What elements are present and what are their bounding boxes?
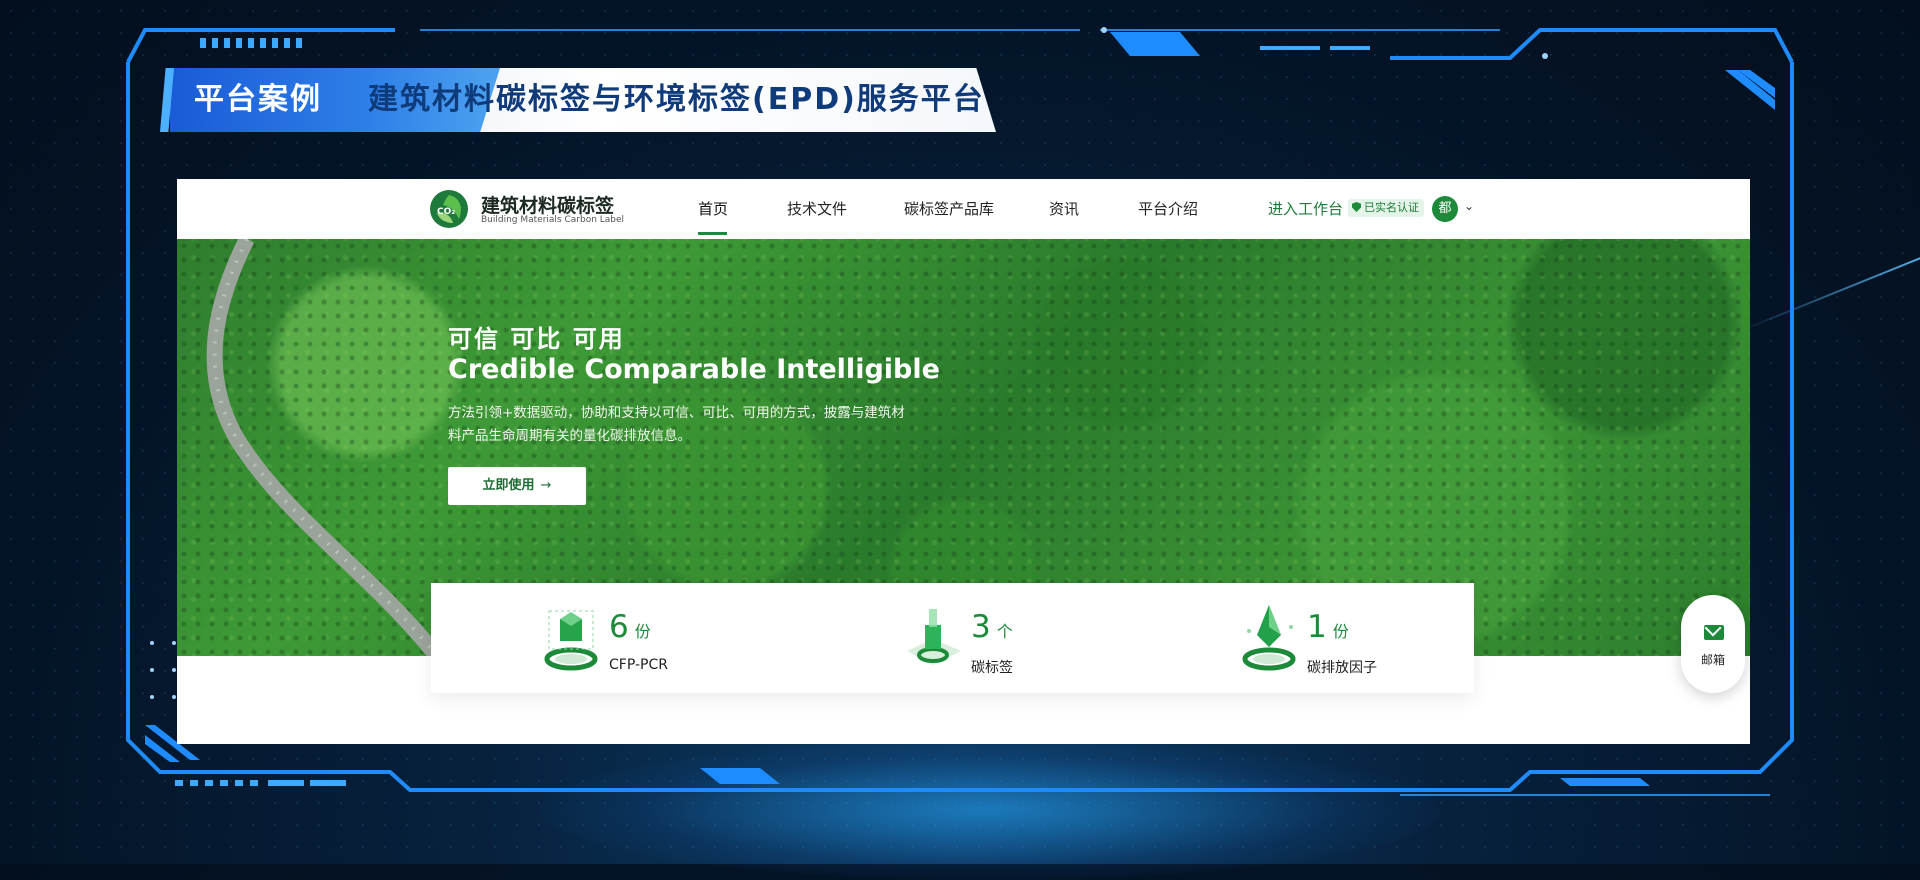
top-navbar: CO₂ 建筑材料碳标签 Building Materials Carbon La…	[177, 179, 1750, 239]
stat-value: 3个	[971, 609, 1013, 645]
nav-news[interactable]: 资讯	[1049, 179, 1079, 239]
avatar[interactable]: 都	[1432, 196, 1458, 222]
nav-active-indicator	[698, 232, 727, 235]
website-preview: CO₂ 建筑材料碳标签 Building Materials Carbon La…	[177, 179, 1750, 744]
stat-label: CFP-PCR	[609, 657, 668, 673]
nav-technical-docs[interactable]: 技术文件	[787, 179, 847, 239]
stat-label: 碳排放因子	[1307, 660, 1377, 676]
crystal-platform-icon	[1242, 605, 1296, 671]
tag-platform-icon	[907, 609, 961, 665]
stat-unit: 份	[634, 622, 651, 641]
nav-carbon-label-library[interactable]: 碳标签产品库	[904, 179, 994, 239]
nav-home[interactable]: 首页	[698, 179, 728, 239]
leaf-logo-icon: CO₂	[430, 190, 468, 228]
hero-description: 方法引领+数据驱动，协助和支持以可信、可比、可用的方式，披露与建筑材料产品生命周…	[448, 405, 905, 444]
banner-tag-label: 平台案例	[194, 82, 322, 117]
shield-icon	[1352, 202, 1361, 212]
enter-workbench-link[interactable]: 进入工作台	[1268, 179, 1343, 239]
stat-emission-factors[interactable]: 1份 碳排放因子	[1239, 583, 1439, 693]
stat-cfp-pcr[interactable]: 6份 CFP-PCR	[541, 583, 741, 693]
stat-carbon-labels[interactable]: 3个 碳标签	[903, 583, 1103, 693]
arrow-right-icon: →	[540, 478, 552, 493]
banner-title: 建筑材料碳标签与环境标签(EPD)服务平台	[368, 82, 985, 117]
use-now-button[interactable]: 立即使用 →	[448, 467, 586, 505]
hero-heading-en: Credible Comparable Intelligible	[448, 354, 940, 385]
envelope-icon	[1704, 625, 1724, 640]
logo-mark-text: CO₂	[437, 207, 455, 217]
stat-unit: 个	[996, 622, 1013, 641]
verified-badge: 已实名认证	[1348, 199, 1424, 217]
cube-platform-icon	[544, 610, 598, 671]
stat-value: 6份	[609, 609, 651, 645]
stat-number: 1	[1307, 609, 1327, 645]
logo-title: 建筑材料碳标签	[481, 195, 615, 217]
stats-panel: 6份 CFP-PCR 3个 碳标签 1份 碳排放因子	[431, 583, 1474, 693]
stat-unit: 份	[1332, 622, 1349, 641]
chevron-down-icon[interactable]: ⌄	[1464, 199, 1474, 213]
stat-number: 6	[609, 609, 629, 645]
stat-number: 3	[971, 609, 991, 645]
mailbox-label: 邮箱	[1700, 653, 1725, 667]
verified-label: 已实名认证	[1364, 201, 1419, 214]
logo-subtitle: Building Materials Carbon Label	[481, 215, 625, 225]
mailbox-button[interactable]: 邮箱	[1681, 595, 1745, 693]
stat-label: 碳标签	[971, 660, 1013, 676]
stat-value: 1份	[1307, 609, 1349, 645]
nav-platform-intro[interactable]: 平台介绍	[1138, 179, 1198, 239]
case-banner: 平台案例 建筑材料碳标签与环境标签(EPD)服务平台	[160, 68, 996, 132]
hero-heading: 可信 可比 可用	[448, 325, 625, 353]
use-now-label: 立即使用	[482, 478, 535, 493]
site-logo[interactable]: CO₂ 建筑材料碳标签 Building Materials Carbon La…	[429, 187, 624, 231]
